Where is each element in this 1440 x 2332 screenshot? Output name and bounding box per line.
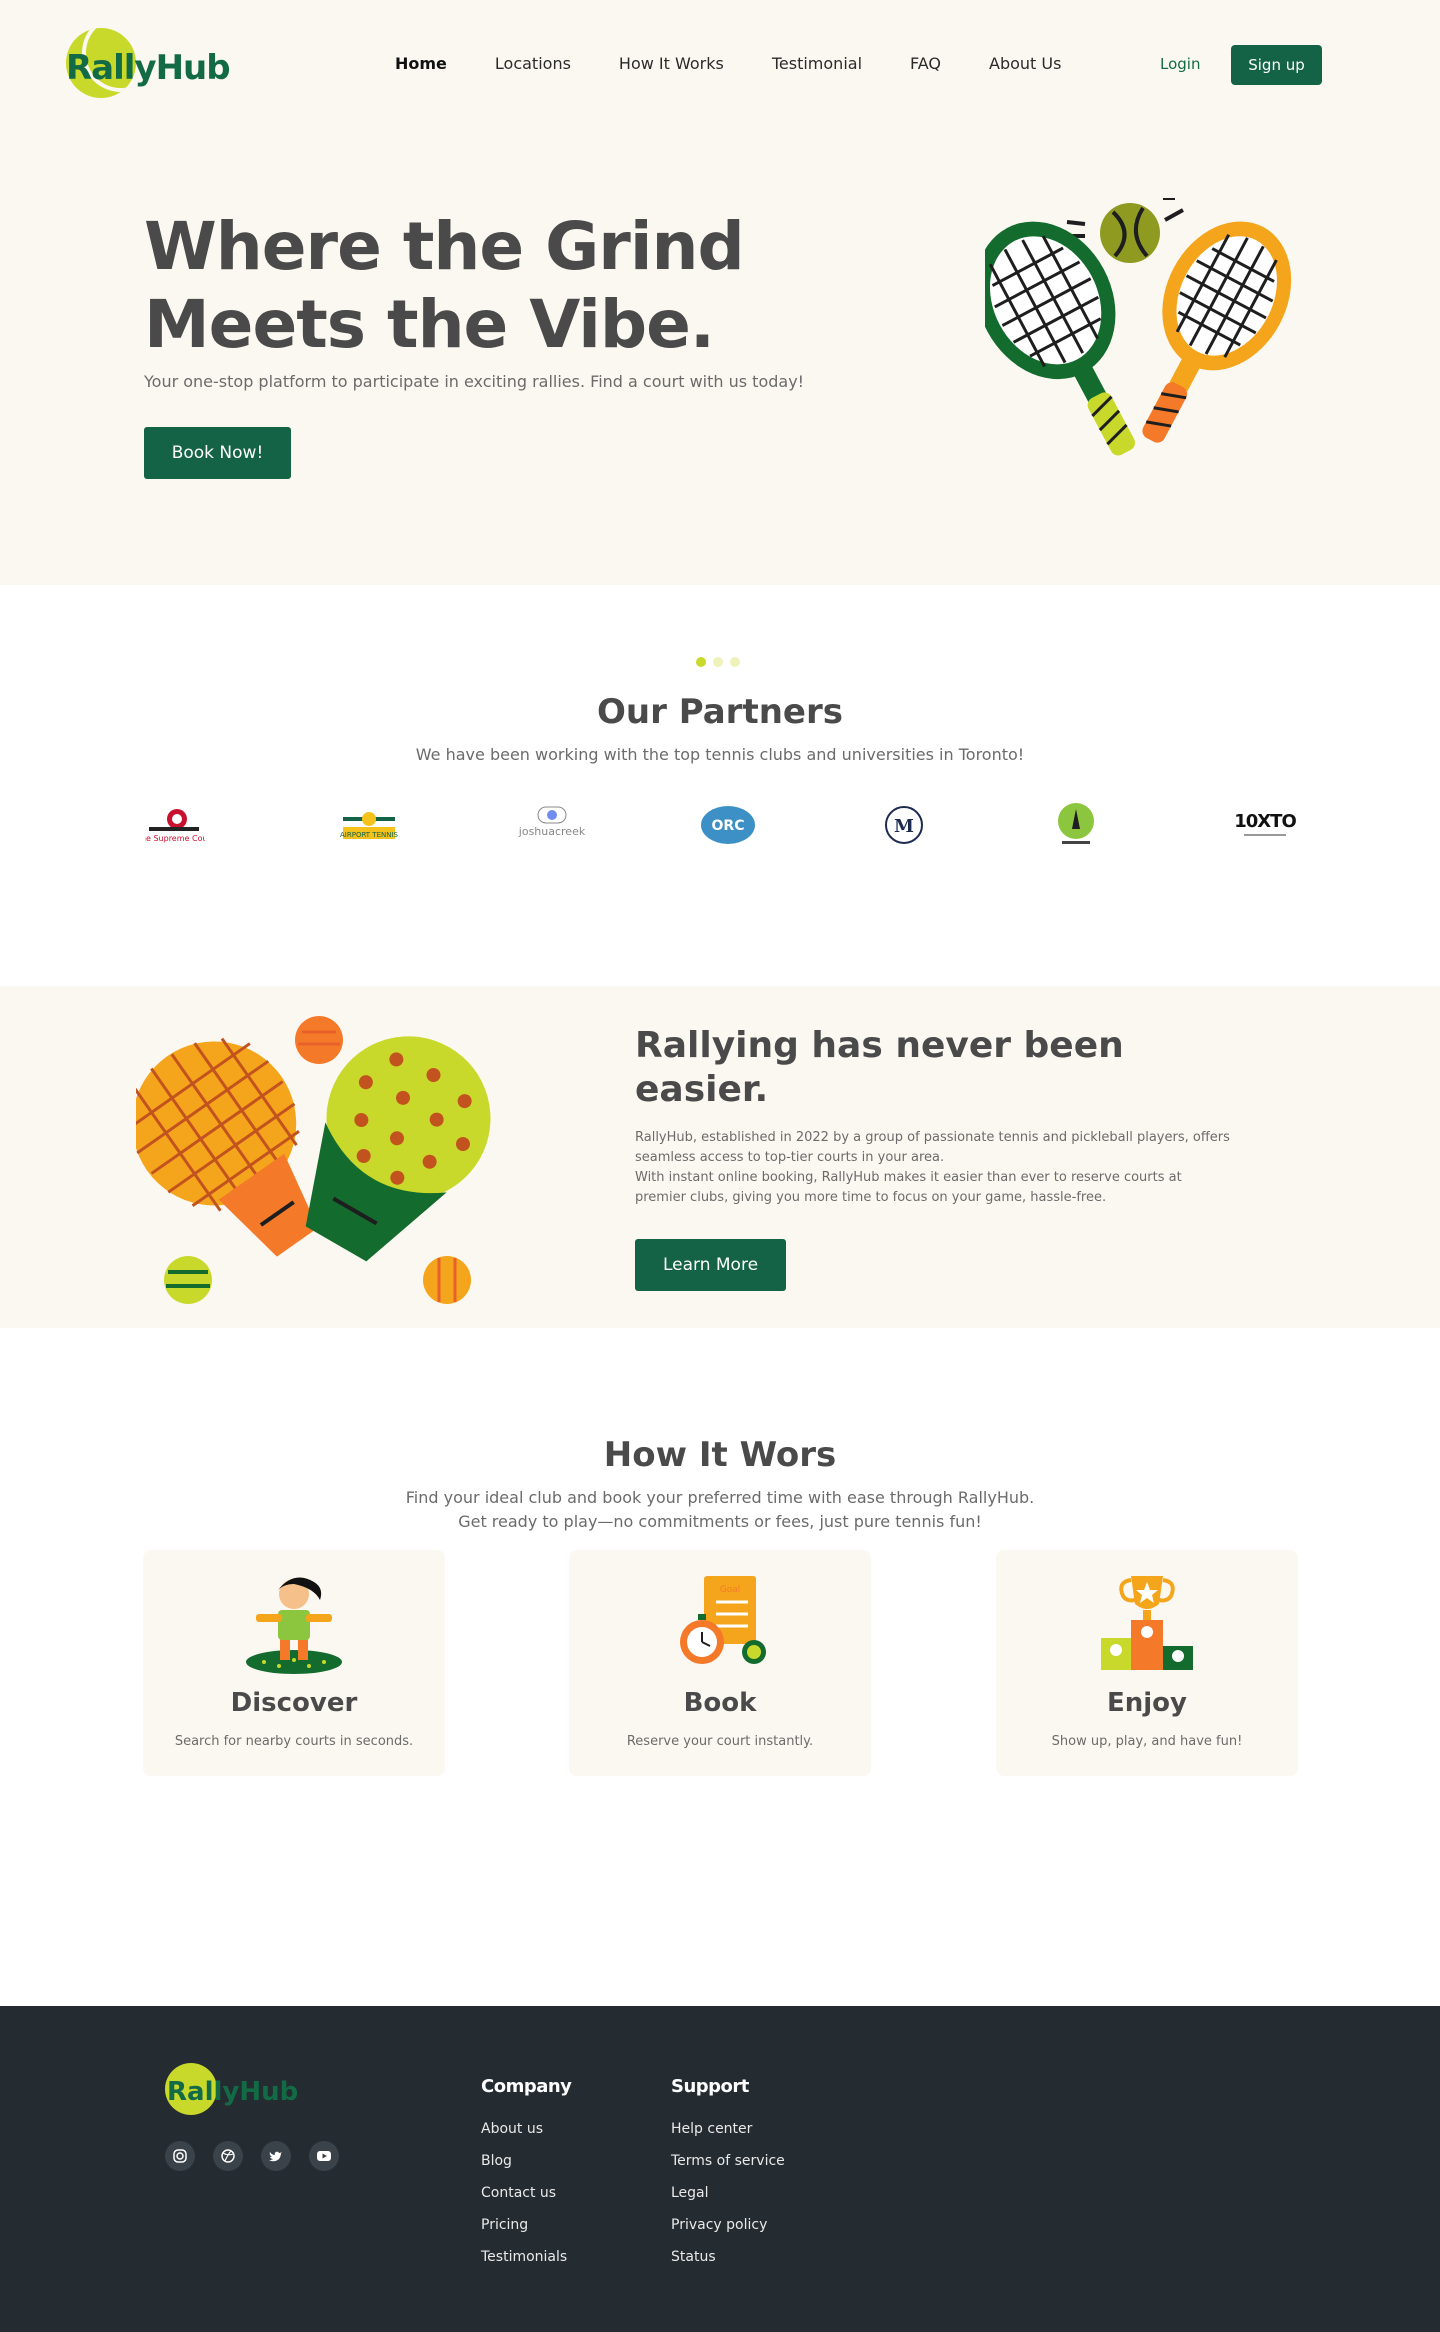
footer-link-testimonials[interactable]: Testimonials — [481, 2249, 571, 2266]
footer-support-column: Support Help center Terms of service Leg… — [671, 2076, 785, 2281]
partners-section: Our Partners We have been working with t… — [0, 585, 1440, 986]
book-now-button[interactable]: Book Now! — [144, 427, 291, 479]
stopwatch-goal-icon: Goal — [680, 1576, 766, 1664]
how-subtitle-line2: Get ready to play—no commitments or fees… — [458, 1512, 982, 1531]
partners-subtitle: We have been working with the top tennis… — [415, 745, 1025, 764]
hero-subtitle: Your one-stop platform to participate in… — [144, 372, 805, 391]
tennis-rackets-icon — [985, 198, 1292, 456]
hero-section: Where the Grind Meets the Vibe. Your one… — [0, 128, 1440, 585]
step-card-discover: Discover Search for nearby courts in sec… — [143, 1550, 445, 1776]
footer-logo[interactable]: RallyHub — [165, 2063, 305, 2119]
instagram-icon[interactable] — [165, 2141, 195, 2171]
player-icon — [246, 1577, 342, 1674]
10xto-logo: 10XTO — [1230, 803, 1300, 847]
step-card-book: Goal Book Reserve your court instantly. — [569, 1550, 871, 1776]
footer-company-title: Company — [481, 2076, 572, 2097]
about-section: Rallying has never been easier. RallyHub… — [0, 986, 1440, 1328]
nav-faq[interactable]: FAQ — [910, 54, 941, 73]
trophy-podium-icon — [1101, 1576, 1193, 1670]
partners-title: Our Partners — [597, 692, 843, 732]
step-title: Discover — [230, 1688, 358, 1718]
hero-title-line2: Meets the Vibe. — [144, 286, 715, 363]
partner-logos: The Supreme Court AIRPORT TENNIS joshuac… — [140, 803, 1300, 847]
top-nav: RallyHub Home Locations How It Works Tes… — [0, 0, 1440, 128]
nav-links: Home Locations How It Works Testimonial … — [395, 54, 1109, 73]
step-text: Show up, play, and have fun! — [1051, 1734, 1243, 1749]
nav-about-us[interactable]: About Us — [989, 54, 1061, 73]
footer-link-legal[interactable]: Legal — [671, 2185, 785, 2202]
hero-title-line1: Where the Grind — [144, 208, 745, 285]
orc-logo: ORC — [698, 803, 758, 847]
login-link[interactable]: Login — [1160, 55, 1200, 73]
footer-link-terms[interactable]: Terms of service — [671, 2153, 785, 2170]
svg-text:AIRPORT TENNIS: AIRPORT TENNIS — [340, 831, 399, 839]
pickleball-paddles-icon — [136, 1016, 491, 1304]
svg-text:10XTO: 10XTO — [1234, 811, 1296, 832]
footer-link-blog[interactable]: Blog — [481, 2153, 571, 2170]
footer-support-title: Support — [671, 2076, 749, 2097]
step-card-enjoy: Enjoy Show up, play, and have fun! — [996, 1550, 1298, 1776]
about-description: RallyHub, established in 2022 by a group… — [635, 1128, 1235, 1208]
step-title: Enjoy — [1107, 1688, 1187, 1718]
carousel-dots — [696, 657, 740, 667]
footer-link-pricing[interactable]: Pricing — [481, 2217, 571, 2234]
about-paragraph-1: RallyHub, established in 2022 by a group… — [635, 1130, 1230, 1165]
svg-text:Goal: Goal — [720, 1585, 741, 1595]
footer-link-contact[interactable]: Contact us — [481, 2185, 571, 2202]
youtube-icon[interactable] — [309, 2141, 339, 2171]
nav-testimonial[interactable]: Testimonial — [772, 54, 862, 73]
airport-tennis-logo: AIRPORT TENNIS — [334, 803, 404, 847]
footer-link-help-center[interactable]: Help center — [671, 2121, 785, 2138]
logo-text: RallyHub — [66, 48, 231, 88]
joshuacreek-logo: joshuacreek — [512, 803, 592, 847]
how-title: How It Wors — [603, 1435, 837, 1475]
carousel-dot[interactable] — [696, 657, 706, 667]
m-logo: M — [882, 803, 926, 847]
supreme-court-logo: The Supreme Court — [140, 803, 210, 847]
carousel-dot[interactable] — [713, 657, 723, 667]
carousel-dot[interactable] — [730, 657, 740, 667]
about-title: Rallying has never been easier. — [635, 1025, 1124, 1110]
dribbble-icon[interactable] — [213, 2141, 243, 2171]
footer: RallyHub Company About us Blog Contact u… — [0, 2006, 1440, 2332]
svg-text:M: M — [894, 816, 914, 837]
footer-logo-text: RallyHub — [167, 2077, 299, 2107]
nav-home[interactable]: Home — [395, 54, 447, 73]
step-text: Search for nearby courts in seconds. — [174, 1734, 414, 1749]
nav-locations[interactable]: Locations — [495, 54, 571, 73]
signup-button[interactable]: Sign up — [1231, 45, 1322, 85]
twitter-icon[interactable] — [261, 2141, 291, 2171]
nav-how-it-works[interactable]: How It Works — [619, 54, 724, 73]
svg-text:The Supreme Court: The Supreme Court — [145, 834, 205, 843]
club-logo — [1054, 803, 1098, 847]
how-subtitle-line1: Find your ideal club and book your prefe… — [405, 1488, 1035, 1507]
how-subtitle: Find your ideal club and book your prefe… — [0, 1486, 1440, 1534]
footer-link-status[interactable]: Status — [671, 2249, 785, 2266]
footer-company-column: Company About us Blog Contact us Pricing… — [481, 2076, 572, 2281]
hero-title: Where the Grind Meets the Vibe. — [144, 208, 764, 364]
rallyhub-logo[interactable]: RallyHub — [66, 28, 246, 100]
step-text: Reserve your court instantly. — [626, 1734, 814, 1749]
svg-text:joshuacreek: joshuacreek — [518, 825, 586, 838]
footer-link-privacy[interactable]: Privacy policy — [671, 2217, 785, 2234]
learn-more-button[interactable]: Learn More — [635, 1239, 786, 1291]
svg-text:ORC: ORC — [712, 818, 745, 834]
footer-link-about[interactable]: About us — [481, 2121, 571, 2138]
step-title: Book — [683, 1688, 757, 1718]
about-paragraph-2: With instant online booking, RallyHub ma… — [635, 1170, 1182, 1205]
social-links — [165, 2141, 339, 2171]
how-it-works-section: How It Wors Find your ideal club and boo… — [0, 1328, 1440, 2006]
